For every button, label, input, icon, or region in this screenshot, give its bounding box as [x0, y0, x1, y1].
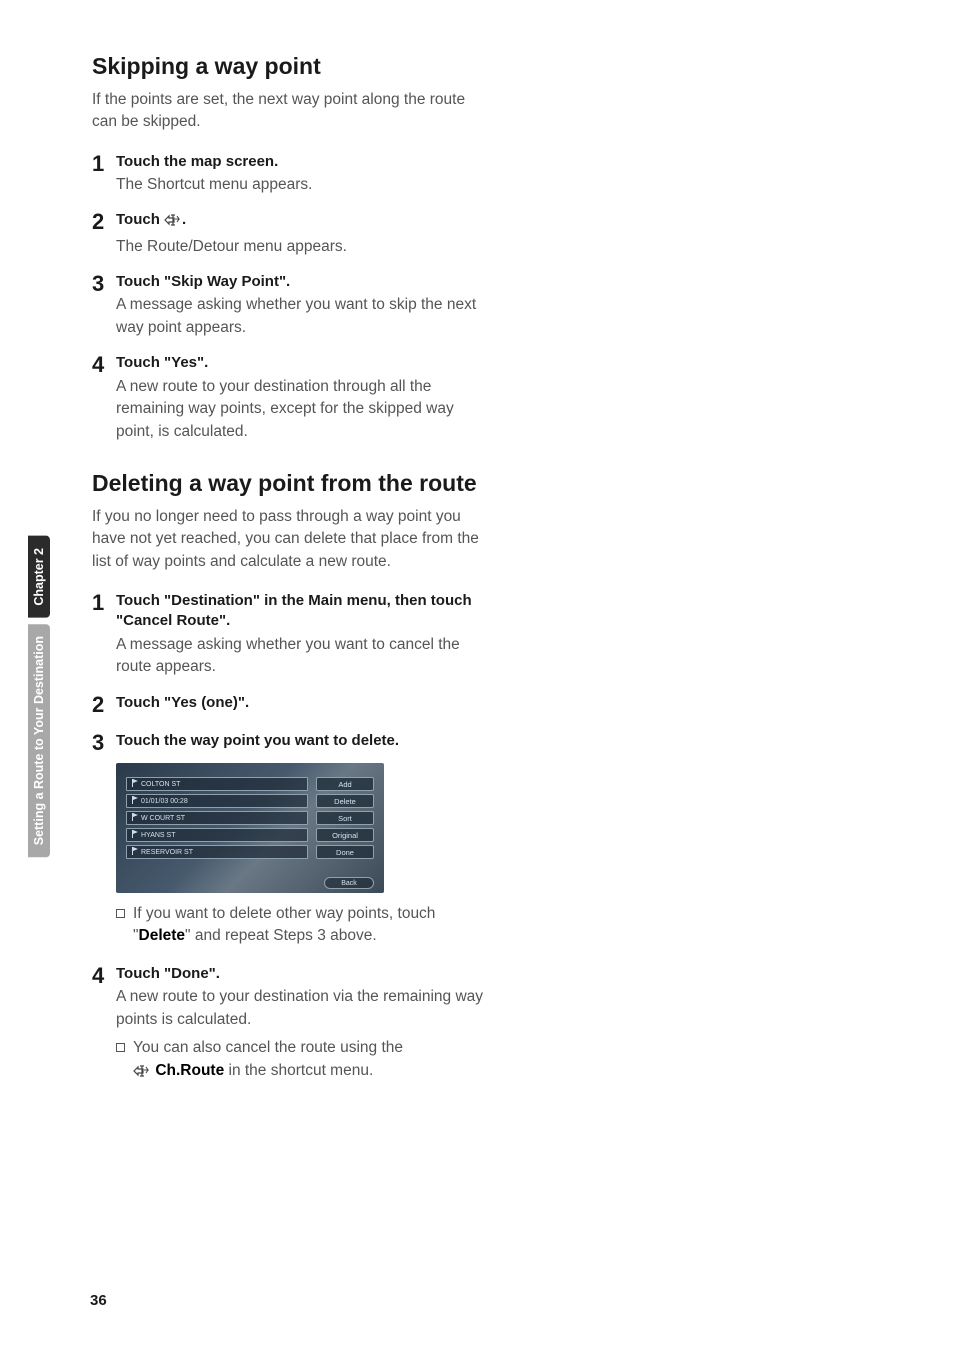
- step-title: Touch the way point you want to delete.: [116, 731, 492, 751]
- step-number: 3: [92, 731, 116, 755]
- note-line1: You can also cancel the route using the: [133, 1039, 403, 1056]
- route-detour-icon: [164, 213, 182, 233]
- note-bullet: You can also cancel the route using the …: [116, 1037, 492, 1085]
- note-text: If you want to delete other way points, …: [133, 903, 492, 948]
- step-title: Touch "Yes".: [116, 353, 492, 373]
- list-item-label: RESERVOIR ST: [141, 849, 193, 856]
- sort-button[interactable]: Sort: [316, 811, 374, 825]
- step-2-4: 4 Touch "Done". A new route to your dest…: [92, 964, 492, 1085]
- note-bullet: If you want to delete other way points, …: [116, 903, 492, 948]
- list-item-label: COLTON ST: [141, 781, 180, 788]
- section-title-deleting: Deleting a way point from the route: [92, 469, 492, 498]
- step-number: 2: [92, 210, 116, 258]
- step-number: 2: [92, 693, 116, 717]
- step-number: 3: [92, 272, 116, 339]
- step-1-1: 1 Touch the map screen. The Shortcut men…: [92, 152, 492, 197]
- step-1-4: 4 Touch "Yes". A new route to your desti…: [92, 353, 492, 443]
- list-item-label: W COURT ST: [141, 815, 185, 822]
- section-intro-deleting: If you no longer need to pass through a …: [92, 506, 492, 573]
- step-number: 1: [92, 152, 116, 197]
- route-detour-icon: [133, 1063, 151, 1085]
- list-item[interactable]: W COURT ST: [126, 811, 308, 825]
- step-title: Touch .: [116, 210, 492, 233]
- page-number: 36: [90, 1292, 107, 1309]
- list-item[interactable]: HYANS ST: [126, 828, 308, 842]
- note-bold: Ch.Route: [155, 1062, 224, 1079]
- section-title-skipping: Skipping a way point: [92, 52, 492, 81]
- side-tabs: Chapter 2 Setting a Route to Your Destin…: [28, 530, 50, 857]
- done-button[interactable]: Done: [316, 845, 374, 859]
- list-item[interactable]: COLTON ST: [126, 777, 308, 791]
- back-button[interactable]: Back: [324, 877, 374, 889]
- step-number: 4: [92, 353, 116, 443]
- step-1-3: 3 Touch "Skip Way Point". A message aski…: [92, 272, 492, 339]
- bullet-square-icon: [116, 1043, 125, 1052]
- step-number: 1: [92, 591, 116, 678]
- step-title: Touch the map screen.: [116, 152, 492, 172]
- section-intro-skipping: If the points are set, the next way poin…: [92, 89, 492, 134]
- note-post: in the shortcut menu.: [224, 1062, 373, 1079]
- delete-button[interactable]: Delete: [316, 794, 374, 808]
- step-1-2: 2 Touch . The Route/Detour menu appears.: [92, 210, 492, 258]
- step-title-post: .: [182, 211, 186, 228]
- step-number: 4: [92, 964, 116, 1085]
- step-title: Touch "Destination" in the Main menu, th…: [116, 591, 492, 632]
- step-desc: A message asking whether you want to can…: [116, 634, 492, 679]
- bullet-square-icon: [116, 909, 125, 918]
- add-button[interactable]: Add: [316, 777, 374, 791]
- step-2-2: 2 Touch "Yes (one)".: [92, 693, 492, 717]
- note-text: You can also cancel the route using the …: [133, 1037, 403, 1085]
- step-2-1: 1 Touch "Destination" in the Main menu, …: [92, 591, 492, 678]
- list-item-label: HYANS ST: [141, 832, 176, 839]
- step-desc: The Shortcut menu appears.: [116, 174, 492, 196]
- list-item[interactable]: RESERVOIR ST: [126, 845, 308, 859]
- note-text-bold: Delete: [139, 927, 186, 944]
- step-2-3: 3 Touch the way point you want to delete…: [92, 731, 492, 755]
- list-item[interactable]: 01/01/03 00:28: [126, 794, 308, 808]
- step-desc: A new route to your destination via the …: [116, 986, 492, 1031]
- original-button[interactable]: Original: [316, 828, 374, 842]
- tab-running-head: Setting a Route to Your Destination: [28, 624, 50, 857]
- note-text-post: " and repeat Steps 3 above.: [185, 927, 377, 944]
- step-desc: The Route/Detour menu appears.: [116, 236, 492, 258]
- list-item-label: 01/01/03 00:28: [141, 798, 188, 805]
- step-desc: A new route to your destination through …: [116, 376, 492, 443]
- step-desc: A message asking whether you want to ski…: [116, 294, 492, 339]
- step-title-pre: Touch: [116, 211, 164, 228]
- waypoint-list-screenshot: COLTON ST Add 01/01/03 00:28 Delete W CO…: [116, 763, 384, 893]
- tab-chapter: Chapter 2: [28, 536, 50, 618]
- step-title: Touch "Skip Way Point".: [116, 272, 492, 292]
- step-title: Touch "Yes (one)".: [116, 693, 492, 713]
- step-title: Touch "Done".: [116, 964, 492, 984]
